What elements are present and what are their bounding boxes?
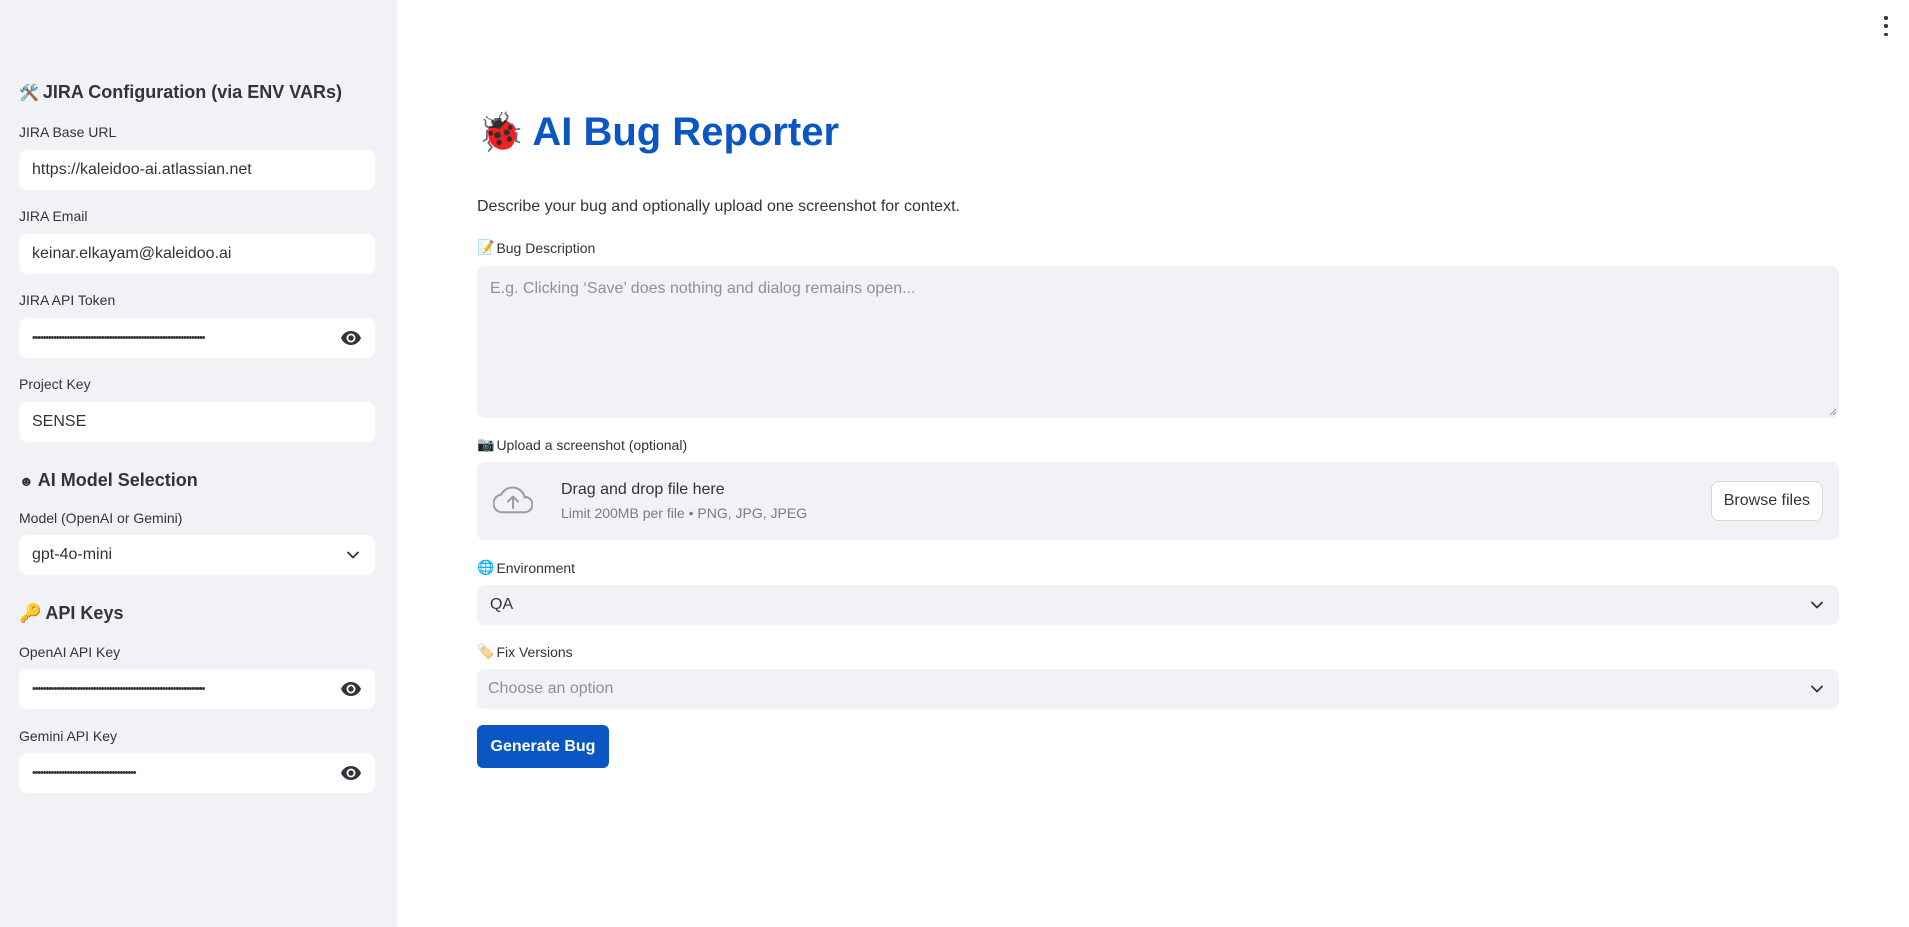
sidebar: 🛠️ JIRA Configuration (via ENV VARs) JIR… (0, 0, 397, 927)
environment-value: QA (490, 596, 514, 613)
robot-icon: ☻ (19, 472, 34, 489)
resize-handle-icon[interactable] (1829, 408, 1837, 416)
page-title-text: AI Bug Reporter (532, 110, 840, 154)
show-password-icon[interactable] (340, 327, 362, 349)
upload-label: 📷 Upload a screenshot (optional) (477, 436, 687, 453)
key-icon: 🔑 (19, 603, 42, 623)
fix-versions-label: 🏷️ Fix Versions (477, 643, 573, 660)
show-password-icon[interactable] (340, 762, 362, 784)
email-label: JIRA Email (19, 208, 88, 224)
upload-label-text: Upload a screenshot (optional) (496, 436, 688, 453)
camera-icon: 📷 (477, 436, 495, 452)
environment-label-text: Environment (496, 559, 576, 576)
base-url-input[interactable]: https://kaleidoo-ai.atlassian.net (19, 150, 375, 190)
ladybug-icon: 🐞 (477, 111, 525, 154)
bug-description-placeholder: E.g. Clicking ‘Save’ does nothing and di… (490, 280, 916, 297)
model-select[interactable]: gpt-4o-mini (19, 535, 375, 575)
file-uploader-dropzone[interactable]: Drag and drop file here Limit 200MB per … (477, 462, 1839, 540)
base-url-value: https://kaleidoo-ai.atlassian.net (32, 161, 252, 178)
label-tag-icon: 🏷️ (477, 643, 495, 659)
environment-select[interactable]: QA (477, 585, 1839, 625)
api-keys-header-text: API Keys (45, 603, 124, 623)
tools-icon: 🛠️ (19, 84, 39, 102)
project-key-label: Project Key (19, 376, 91, 392)
bug-description-label-text: Bug Description (496, 239, 596, 256)
gemini-key-value: ••••••••••••••••••••••••••••••••••••••• (32, 767, 137, 779)
fix-versions-select[interactable]: Choose an option (477, 669, 1839, 709)
model-selection-header: ☻ AI Model Selection (19, 470, 198, 491)
model-selection-header-text: AI Model Selection (37, 470, 198, 490)
fix-versions-label-text: Fix Versions (496, 643, 573, 660)
gemini-key-label: Gemini API Key (19, 728, 118, 744)
jira-config-header: 🛠️ JIRA Configuration (via ENV VARs) (19, 82, 342, 103)
model-value: gpt-4o-mini (32, 546, 113, 563)
upload-limit-text: Limit 200MB per file • PNG, JPG, JPEG (561, 505, 808, 521)
cloud-upload-icon (493, 481, 533, 521)
page-title: 🐞 AI Bug Reporter (477, 110, 839, 155)
openai-key-value: ••••••••••••••••••••••••••••••••••••••••… (32, 683, 206, 695)
browse-files-button[interactable]: Browse files (1710, 481, 1823, 521)
api-keys-header: 🔑 API Keys (19, 603, 123, 624)
fix-versions-placeholder: Choose an option (488, 680, 614, 697)
bug-description-textarea[interactable]: E.g. Clicking ‘Save’ does nothing and di… (477, 266, 1839, 418)
project-key-input[interactable]: SENSE (19, 402, 375, 442)
base-url-label: JIRA Base URL (19, 124, 117, 140)
api-token-label: JIRA API Token (19, 292, 116, 308)
globe-icon: 🌐 (477, 559, 495, 575)
chevron-down-icon (1808, 680, 1826, 698)
chevron-down-icon (1808, 596, 1826, 614)
show-password-icon[interactable] (340, 678, 362, 700)
project-key-value: SENSE (32, 413, 87, 430)
email-input[interactable]: keinar.elkayam@kaleidoo.ai (19, 234, 375, 274)
api-token-input[interactable]: ••••••••••••••••••••••••••••••••••••••••… (19, 318, 375, 358)
openai-key-input[interactable]: ••••••••••••••••••••••••••••••••••••••••… (19, 669, 375, 709)
model-label: Model (OpenAI or Gemini) (19, 510, 183, 526)
bug-description-label: 📝 Bug Description (477, 239, 595, 256)
chevron-down-icon (344, 546, 362, 564)
generate-bug-button[interactable]: Generate Bug (477, 725, 609, 768)
main-menu-icon[interactable] (1881, 16, 1891, 36)
openai-key-label: OpenAI API Key (19, 644, 121, 660)
gemini-key-input[interactable]: ••••••••••••••••••••••••••••••••••••••• (19, 753, 375, 793)
page-subtitle: Describe your bug and optionally upload … (477, 198, 960, 215)
api-token-value: ••••••••••••••••••••••••••••••••••••••••… (32, 332, 206, 344)
jira-config-header-text: JIRA Configuration (via ENV VARs) (42, 82, 342, 102)
environment-label: 🌐 Environment (477, 559, 575, 576)
email-value: keinar.elkayam@kaleidoo.ai (32, 245, 232, 262)
memo-icon: 📝 (477, 239, 495, 255)
upload-instructions: Drag and drop file here Limit 200MB per … (561, 481, 1711, 521)
drop-text: Drag and drop file here (561, 481, 725, 498)
